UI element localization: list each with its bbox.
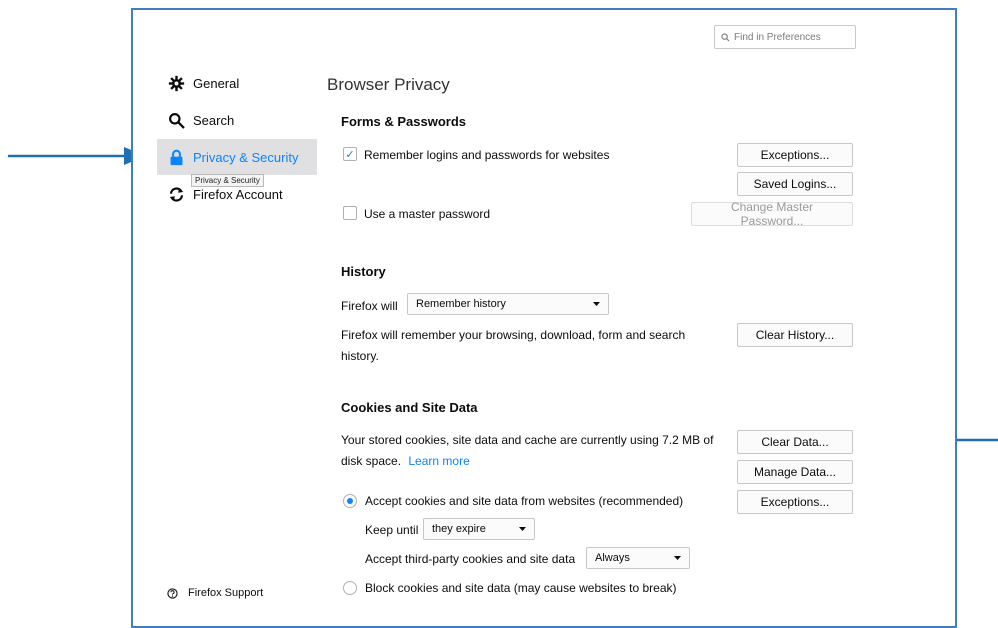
master-password-checkbox[interactable]	[343, 206, 357, 220]
section-title-history: History	[341, 264, 386, 279]
section-title-forms: Forms & Passwords	[341, 114, 466, 129]
gear-icon	[167, 74, 185, 92]
keep-until-label: Keep until	[365, 523, 419, 537]
third-party-label: Accept third-party cookies and site data	[365, 552, 576, 566]
remember-logins-checkbox[interactable]: ✓	[343, 147, 357, 161]
remember-logins-label: Remember logins and passwords for websit…	[364, 148, 610, 162]
help-icon	[167, 587, 178, 599]
checkmark-icon: ✓	[345, 148, 355, 161]
firefox-support-link[interactable]: Firefox Support	[167, 587, 263, 599]
sidebar-item-privacy[interactable]: Privacy & Security	[157, 139, 317, 175]
tooltip: Privacy & Security	[191, 174, 264, 187]
keep-until-value: they expire	[432, 523, 486, 535]
search-icon	[721, 32, 730, 41]
search-preferences[interactable]	[714, 25, 856, 49]
preferences-window: General Search Privacy & Security	[131, 8, 957, 628]
history-mode-value: Remember history	[416, 298, 506, 310]
history-description-line1: Firefox will remember your browsing, dow…	[341, 328, 686, 342]
dropdown-arrow-icon	[674, 556, 681, 560]
third-party-value: Always	[595, 552, 630, 564]
master-password-label: Use a master password	[364, 207, 491, 221]
dropdown-arrow-icon	[519, 527, 526, 531]
manage-data-button[interactable]: Manage Data...	[737, 460, 853, 484]
history-mode-select[interactable]: Remember history	[407, 293, 609, 315]
sidebar-item-general[interactable]: General	[157, 65, 317, 101]
block-cookies-radio[interactable]	[343, 581, 357, 595]
lock-icon	[167, 148, 185, 166]
sidebar-item-label: Search	[193, 112, 235, 128]
disk-space-text: disk space.	[341, 454, 402, 468]
accept-cookies-radio[interactable]	[343, 494, 357, 508]
accept-cookies-label: Accept cookies and site data from websit…	[365, 494, 684, 508]
page-title: Browser Privacy	[327, 75, 450, 94]
clear-data-button[interactable]: Clear Data...	[737, 430, 853, 454]
third-party-select[interactable]: Always	[586, 547, 690, 569]
sidebar-item-label: Firefox Account	[193, 186, 283, 202]
block-cookies-label: Block cookies and site data (may cause w…	[365, 581, 677, 595]
search-input[interactable]	[734, 31, 844, 43]
forms-exceptions-button[interactable]: Exceptions...	[737, 143, 853, 167]
sidebar-item-search[interactable]: Search	[157, 102, 317, 138]
sidebar-item-label: Privacy & Security	[193, 149, 299, 165]
cookies-description-line1: Your stored cookies, site data and cache…	[341, 433, 714, 447]
cookies-description-line2: disk space. Learn more	[341, 454, 470, 468]
learn-more-link[interactable]: Learn more	[408, 454, 469, 468]
keep-until-select[interactable]: they expire	[423, 518, 535, 540]
section-title-cookies: Cookies and Site Data	[341, 400, 478, 415]
sidebar-item-label: General	[193, 75, 240, 91]
sync-icon	[167, 185, 185, 203]
dropdown-arrow-icon	[593, 302, 600, 306]
magnifier-icon	[167, 111, 185, 129]
support-label: Firefox Support	[188, 587, 264, 599]
clear-history-button[interactable]: Clear History...	[737, 323, 853, 347]
cookies-exceptions-button[interactable]: Exceptions...	[737, 490, 853, 514]
saved-logins-button[interactable]: Saved Logins...	[737, 172, 853, 196]
firefox-will-label: Firefox will	[341, 299, 398, 313]
history-description-line2: history.	[341, 349, 379, 363]
annotation-arrow-left	[8, 147, 146, 165]
change-master-password-button[interactable]: Change Master Password...	[691, 200, 853, 228]
radio-selected-dot	[347, 498, 353, 504]
